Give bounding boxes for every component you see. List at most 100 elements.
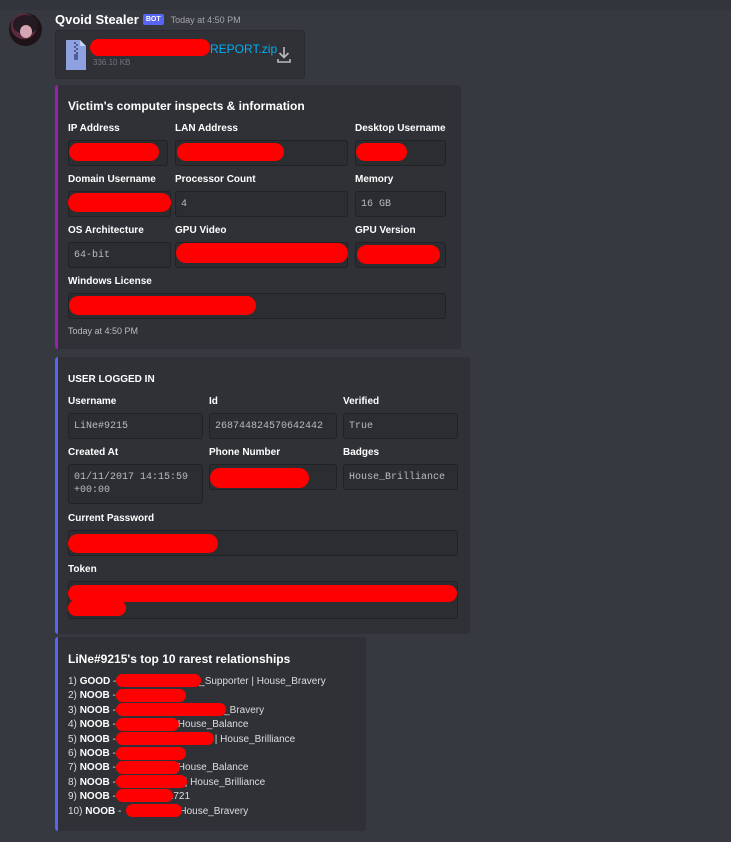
relationship-row: 8) NOOB - | House_Brilliance <box>68 776 326 790</box>
field-username: Username <box>68 396 117 407</box>
created-at-offset: +00:00 <box>74 485 111 496</box>
relationship-grade: NOOB <box>79 704 110 716</box>
username-value: LiNe#9215 <box>68 413 203 439</box>
relationship-row: 4) NOOB - House_Balance <box>68 718 326 732</box>
field-gpu-version: GPU Version <box>355 225 416 236</box>
field-desktop-username: Desktop Username <box>355 123 446 134</box>
relationship-rank: 9) <box>68 791 77 803</box>
created-at-value: 01/11/2017 14:15:59 +00:00 <box>68 464 203 504</box>
top-strip <box>0 0 731 10</box>
relationship-grade: NOOB <box>79 791 110 803</box>
id-value: 268744824570642442 <box>209 413 337 439</box>
redacted-token-line1 <box>68 585 457 602</box>
embed-title: USER LOGGED IN <box>68 374 155 385</box>
relationship-grade: GOOD <box>79 676 111 687</box>
relationship-badges: House_Balance <box>177 719 249 731</box>
field-created-at: Created At <box>68 447 119 458</box>
redacted-domain-username <box>68 193 171 212</box>
processor-count-value: 4 <box>175 191 348 217</box>
relationship-rank: 1) <box>68 676 77 687</box>
field-token: Token <box>68 564 97 575</box>
field-os-architecture: OS Architecture <box>68 225 144 236</box>
relationship-row: 10) NOOB - House_Bravery <box>68 805 326 819</box>
memory-value: 16 GB <box>355 191 446 217</box>
relationship-grade: NOOB <box>79 776 110 788</box>
field-processor-count: Processor Count <box>175 174 256 185</box>
redacted-file-name <box>90 39 210 56</box>
relationship-grade: NOOB <box>85 805 116 817</box>
redacted-relationship-6 <box>116 747 186 760</box>
field-domain-username: Domain Username <box>68 174 156 185</box>
field-gpu-video: GPU Video <box>175 225 227 236</box>
relationship-rank: 8) <box>68 776 77 788</box>
badges-value: House_Brilliance <box>343 464 458 490</box>
redacted-gpu-version <box>357 245 440 264</box>
relationship-rank: 10) <box>68 805 83 817</box>
relationship-badges: | House_Brilliance <box>214 733 296 745</box>
relationship-row: 7) NOOB - House_Balance <box>68 761 326 775</box>
relationship-separator: - <box>109 690 116 702</box>
relationship-rank: 7) <box>68 762 77 774</box>
embed-accent-bar <box>55 357 58 634</box>
redacted-current-password <box>68 534 218 553</box>
system-info-embed: Victim's computer inspects & information… <box>55 85 461 349</box>
relationship-grade: NOOB <box>79 747 110 759</box>
created-at-date: 01/11/2017 14:15:59 <box>74 472 189 483</box>
relationship-rank: 6) <box>68 747 77 759</box>
redacted-token-line2 <box>68 600 126 616</box>
relationship-rank: 3) <box>68 704 77 716</box>
field-phone-number: Phone Number <box>209 447 281 458</box>
relationship-row: 9) NOOB -1721 <box>68 790 326 804</box>
redacted-phone-number <box>210 468 309 488</box>
embed-title: Victim's computer inspects & information <box>68 99 305 113</box>
field-badges: Badges <box>343 447 380 458</box>
relationship-rank: 4) <box>68 719 77 731</box>
redacted-relationship-7 <box>116 761 180 774</box>
redacted-ip-address <box>69 143 159 161</box>
relationship-separator: - <box>109 719 116 731</box>
user-logged-in-embed: USER LOGGED IN Username LiNe#9215 Id 268… <box>55 357 470 634</box>
redacted-relationship-2 <box>116 689 186 702</box>
relationship-separator: - <box>109 704 116 716</box>
relationship-row: 6) NOOB - <box>68 747 326 761</box>
relationship-separator: - <box>109 733 116 745</box>
redacted-relationship-3 <box>116 703 226 716</box>
redacted-relationship-1 <box>116 674 201 687</box>
relationships-list: 1) GOOD - Early_Supporter | House_Bravery… <box>68 675 326 819</box>
redacted-gpu-video <box>176 243 348 263</box>
zip-file-icon <box>66 40 86 70</box>
redacted-lan-address <box>177 143 284 161</box>
file-name[interactable]: REPORT.zip <box>210 42 277 56</box>
field-lan-address: LAN Address <box>175 123 238 134</box>
relationship-row: 2) NOOB - <box>68 689 326 703</box>
redacted-windows-license <box>69 296 256 315</box>
relationship-rank: 5) <box>68 733 77 745</box>
field-verified: Verified <box>343 396 380 407</box>
redacted-relationship-5 <box>116 732 214 745</box>
field-ip-address: IP Address <box>68 123 120 134</box>
avatar[interactable] <box>9 13 42 46</box>
relationship-separator: - <box>109 791 116 803</box>
bot-badge: BOT <box>142 14 164 25</box>
redacted-desktop-username <box>356 143 407 161</box>
field-id: Id <box>209 396 218 407</box>
relationship-separator: - <box>109 747 116 759</box>
os-architecture-value: 64-bit <box>68 242 171 268</box>
embed-footer-timestamp: Today at 4:50 PM <box>68 326 139 336</box>
relationship-grade: NOOB <box>79 733 110 745</box>
message-timestamp: Today at 4:50 PM <box>170 14 241 25</box>
redacted-relationship-8 <box>116 775 187 788</box>
file-attachment[interactable]: REPORT.zip 336.10 KB <box>55 30 305 79</box>
embed-accent-bar <box>55 85 58 349</box>
relationship-separator: - <box>109 776 116 788</box>
embed-title: LiNe#9215's top 10 rarest relationships <box>68 652 291 666</box>
relationship-badges: House_Bravery <box>179 805 249 817</box>
message-header: Qvoid Stealer BOT Today at 4:50 PM <box>55 12 241 27</box>
redacted-relationship-4 <box>116 718 179 731</box>
embed-accent-bar <box>55 637 58 831</box>
relationship-rank: 2) <box>68 690 77 702</box>
author-name[interactable]: Qvoid Stealer <box>55 12 139 27</box>
download-icon[interactable] <box>276 46 292 64</box>
relationship-separator: - <box>109 762 116 774</box>
relationship-badges: | House_Brilliance <box>184 776 266 788</box>
